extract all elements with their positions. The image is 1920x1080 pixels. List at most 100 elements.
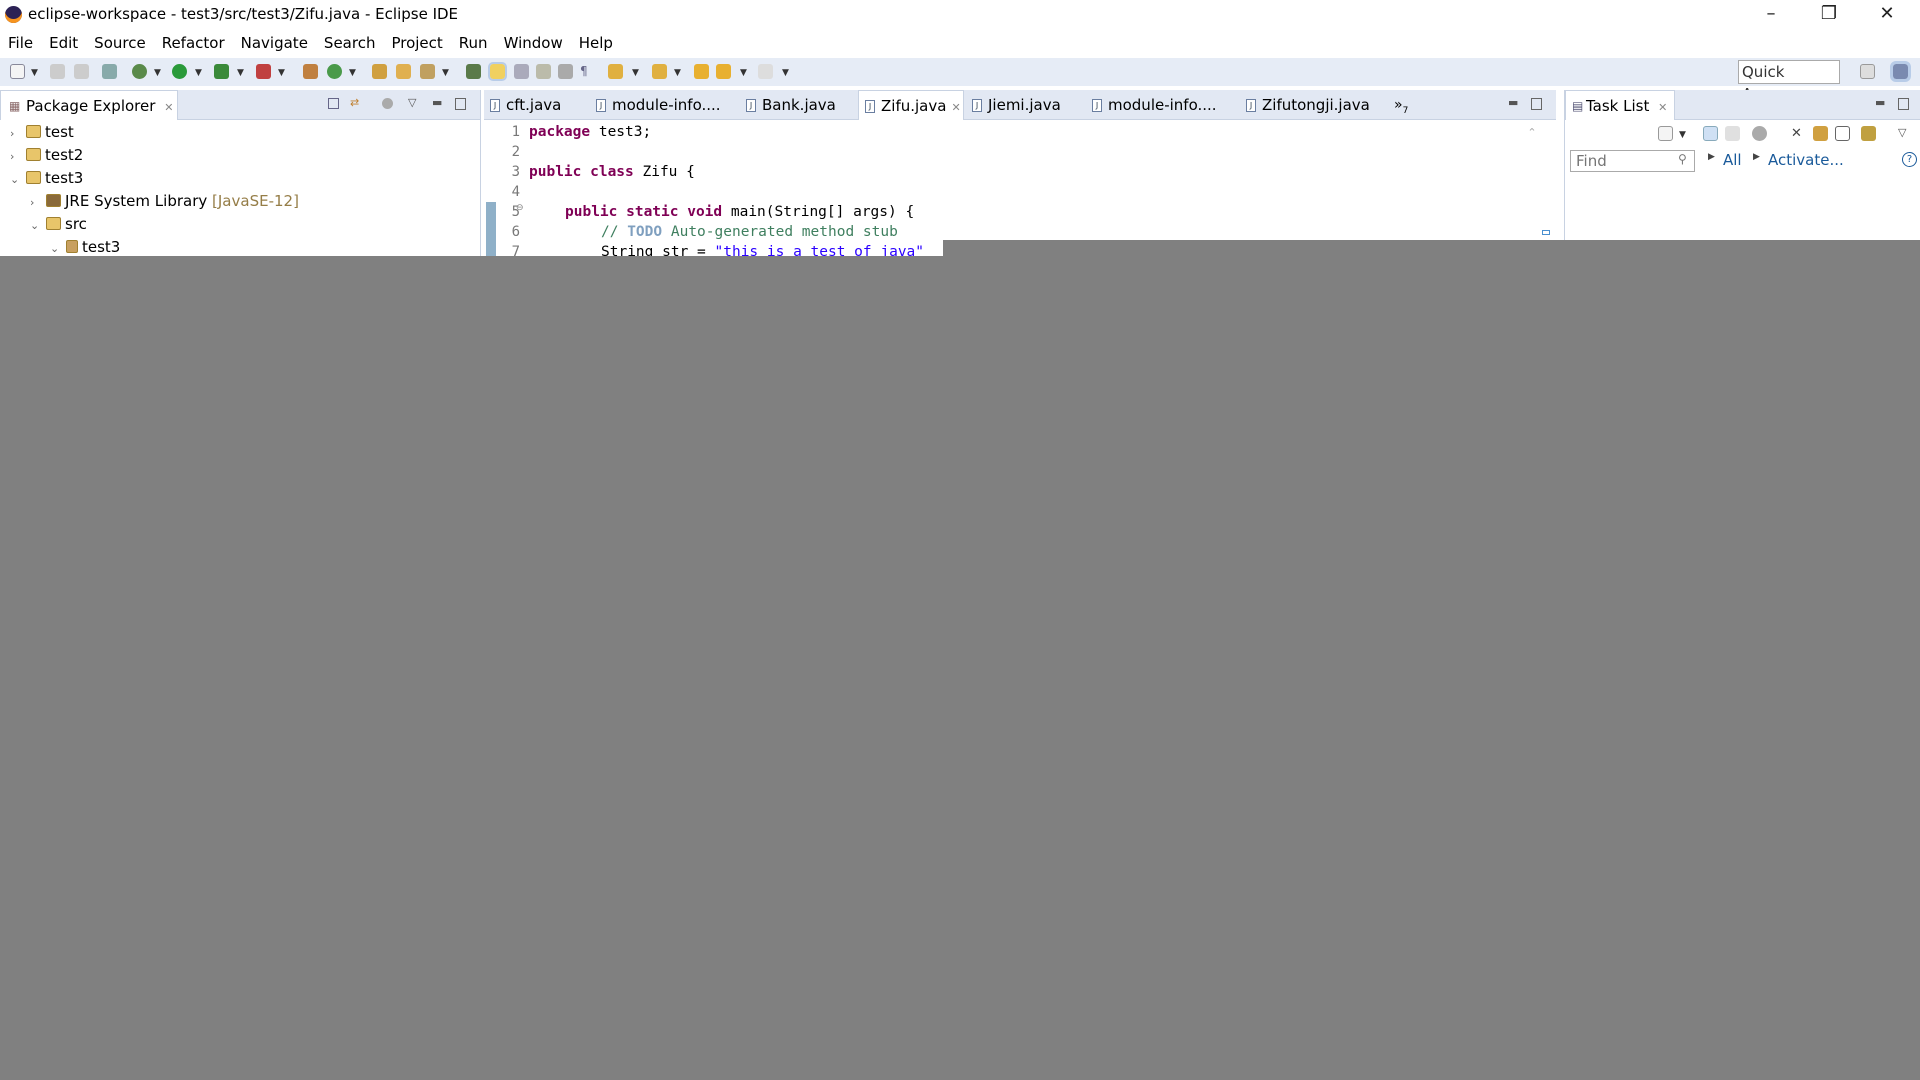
external-tools-icon[interactable] xyxy=(256,64,271,79)
tree-item-src[interactable]: ⌄ src xyxy=(30,213,87,236)
categorized-icon[interactable] xyxy=(1703,126,1718,141)
menu-file[interactable]: File xyxy=(0,32,41,56)
previous-annotation-icon[interactable] xyxy=(652,64,667,79)
code-line[interactable]: package test3; xyxy=(529,122,651,142)
dropdown-icon[interactable]: ▼ xyxy=(31,68,38,78)
chevron-right-icon[interactable]: › xyxy=(10,122,24,145)
tab-overflow-button[interactable]: »7 xyxy=(1394,90,1408,120)
menu-window[interactable]: Window xyxy=(496,32,571,56)
package-explorer-tab[interactable]: ▦ Package Explorer ✕ xyxy=(0,90,178,120)
task-list-tab[interactable]: ▤ Task List ✕ xyxy=(1565,90,1675,120)
editor-tab[interactable]: Jmodule-info.... xyxy=(590,90,721,120)
dropdown-icon[interactable]: ▼ xyxy=(782,68,789,78)
editor-tab[interactable]: Jmodule-info.... xyxy=(1086,90,1217,120)
tree-item-test3[interactable]: ⌄ test3 xyxy=(10,167,83,190)
editor-tab-active[interactable]: J Zifu.java ✕ xyxy=(858,90,964,120)
new-java-class-icon[interactable] xyxy=(327,64,342,79)
editor-tab[interactable]: J Jiemi.java xyxy=(966,90,1061,120)
new-icon[interactable] xyxy=(10,64,25,79)
synchronize-icon[interactable] xyxy=(1813,126,1828,141)
fold-collapse-icon[interactable]: ⊖ xyxy=(516,203,524,213)
minimize-icon[interactable]: ▬ xyxy=(432,97,443,109)
run-icon[interactable] xyxy=(172,64,187,79)
menu-search[interactable]: Search xyxy=(316,32,384,56)
menu-edit[interactable]: Edit xyxy=(41,32,86,56)
open-type-icon[interactable] xyxy=(372,64,387,79)
debug-icon[interactable] xyxy=(132,64,147,79)
close-icon[interactable]: ✕ xyxy=(1658,101,1667,114)
menu-help[interactable]: Help xyxy=(571,32,621,56)
dropdown-icon[interactable]: ▼ xyxy=(237,68,244,78)
code-line[interactable]: public static void main(String[] args) { xyxy=(565,202,914,222)
save-all-icon[interactable] xyxy=(74,64,89,79)
back-icon[interactable] xyxy=(716,64,731,79)
dropdown-icon[interactable]: ▼ xyxy=(1679,130,1686,140)
tree-item-test[interactable]: › test xyxy=(10,121,74,144)
annotation-icon[interactable] xyxy=(466,64,481,79)
collapse-all-icon[interactable] xyxy=(328,98,339,109)
maximize-icon[interactable] xyxy=(1531,98,1542,110)
collapse-all-icon[interactable] xyxy=(1835,126,1850,141)
view-menu-icon[interactable]: ▽ xyxy=(1898,127,1909,139)
skip-breakpoints-icon[interactable] xyxy=(102,64,117,79)
coverage-icon[interactable] xyxy=(214,64,229,79)
menu-source[interactable]: Source xyxy=(86,32,154,56)
quick-access-input[interactable]: Quick Access xyxy=(1738,60,1840,103)
code-line[interactable]: public class Zifu { xyxy=(529,162,695,182)
pilcrow-icon[interactable]: ¶ xyxy=(580,64,595,79)
new-java-package-icon[interactable] xyxy=(303,64,318,79)
forward-icon[interactable] xyxy=(758,64,773,79)
java-perspective-icon[interactable] xyxy=(1890,61,1911,82)
sync-changed-icon[interactable] xyxy=(1861,126,1876,141)
close-icon[interactable]: ✕ xyxy=(164,101,173,114)
open-perspective-icon[interactable] xyxy=(1860,64,1875,79)
minimize-icon[interactable]: ▬ xyxy=(1508,97,1519,109)
tree-item-jre-library[interactable]: › JRE System Library [JavaSE-12] xyxy=(30,190,299,213)
minimize-button[interactable]: – xyxy=(1742,0,1800,30)
save-icon[interactable] xyxy=(50,64,65,79)
menu-refactor[interactable]: Refactor xyxy=(154,32,233,56)
chevron-right-icon[interactable]: › xyxy=(30,191,44,214)
minimize-icon[interactable]: ▬ xyxy=(1875,97,1886,109)
restore-button[interactable]: ❐ xyxy=(1800,0,1858,30)
menu-project[interactable]: Project xyxy=(383,32,450,56)
hide-completed-icon[interactable]: ✕ xyxy=(1791,126,1806,141)
word-wrap-icon[interactable] xyxy=(514,64,529,79)
next-annotation-icon[interactable] xyxy=(608,64,623,79)
dropdown-icon[interactable]: ▼ xyxy=(674,68,681,78)
menu-navigate[interactable]: Navigate xyxy=(233,32,316,56)
activate-link[interactable]: Activate... xyxy=(1768,151,1844,169)
dropdown-icon[interactable]: ▼ xyxy=(740,68,747,78)
focus-icon[interactable] xyxy=(1752,126,1767,141)
overview-ruler-marker[interactable] xyxy=(1542,230,1550,235)
last-edit-icon[interactable] xyxy=(694,64,709,79)
show-whitespace-icon[interactable] xyxy=(558,64,573,79)
maximize-icon[interactable] xyxy=(455,98,466,110)
view-menu-icon[interactable]: ▽ xyxy=(408,97,419,109)
code-line[interactable]: // TODO Auto-generated method stub xyxy=(601,222,898,242)
dropdown-icon[interactable]: ▼ xyxy=(278,68,285,78)
scheduled-icon[interactable] xyxy=(1725,126,1740,141)
open-task-icon[interactable] xyxy=(396,64,411,79)
chevron-down-icon[interactable]: ⌄ xyxy=(30,214,44,237)
help-icon[interactable]: ? xyxy=(1902,152,1917,167)
all-link[interactable]: All xyxy=(1723,151,1742,169)
mark-occurrences-icon[interactable] xyxy=(488,62,507,81)
dropdown-icon[interactable]: ▼ xyxy=(195,68,202,78)
focus-icon[interactable] xyxy=(382,98,393,109)
close-icon[interactable]: ✕ xyxy=(951,101,960,114)
search-icon[interactable] xyxy=(420,64,435,79)
tree-item-test2[interactable]: › test2 xyxy=(10,144,83,167)
dropdown-icon[interactable]: ▼ xyxy=(349,68,356,78)
new-task-icon[interactable] xyxy=(1658,126,1673,141)
maximize-icon[interactable] xyxy=(1898,98,1909,110)
editor-tab[interactable]: J Zifutongji.java xyxy=(1240,90,1370,120)
dropdown-icon[interactable]: ▼ xyxy=(442,68,449,78)
dropdown-icon[interactable]: ▼ xyxy=(632,68,639,78)
find-input[interactable] xyxy=(1570,150,1695,172)
block-selection-icon[interactable] xyxy=(536,64,551,79)
editor-tab[interactable]: Jcft.java xyxy=(484,90,561,120)
chevron-right-icon[interactable]: › xyxy=(10,145,24,168)
close-button[interactable]: ✕ xyxy=(1858,0,1916,30)
chevron-down-icon[interactable]: ⌄ xyxy=(10,168,24,191)
